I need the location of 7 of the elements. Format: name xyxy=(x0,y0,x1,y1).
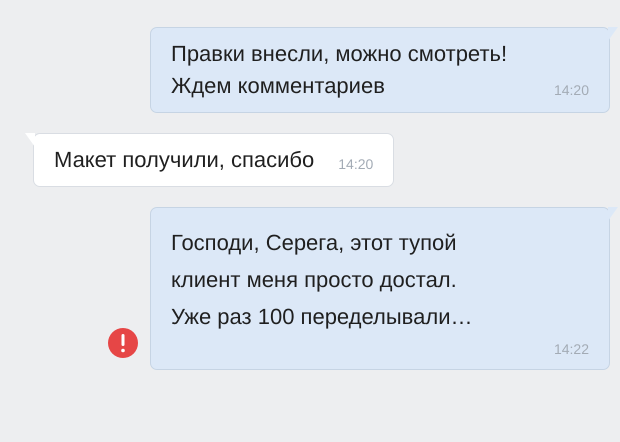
message-time: 14:20 xyxy=(554,82,589,100)
message-text: Господи, Серега, этот тупой клиент меня просто достал. Уже раз 100 переделывали… xyxy=(171,229,474,331)
message-text: Макет получили, спасибо xyxy=(54,146,314,174)
message-text: Правки внесли, можно смотреть! Ждем комментариев xyxy=(171,40,508,100)
message-time: 14:22 xyxy=(554,340,589,359)
message-time: 14:20 xyxy=(338,156,374,174)
error-icon[interactable] xyxy=(108,328,138,358)
